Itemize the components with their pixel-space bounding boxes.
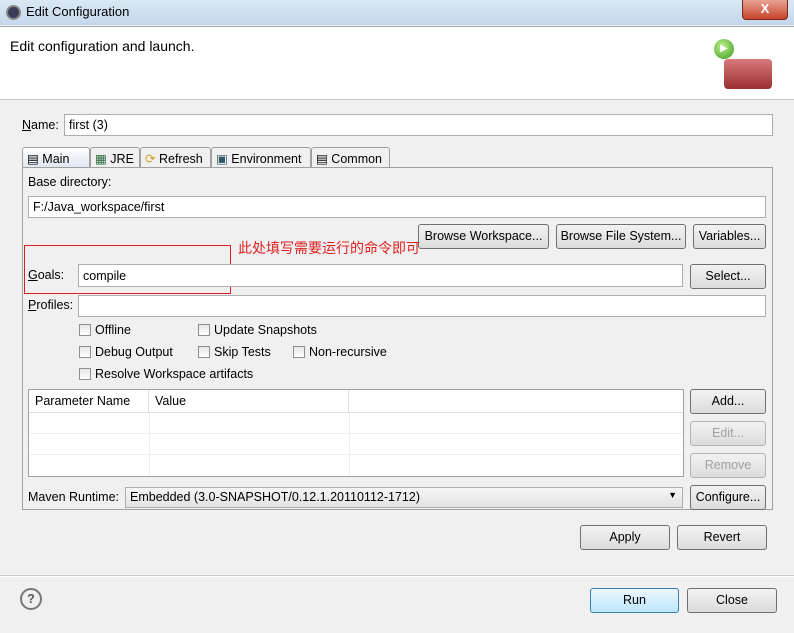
main-icon: ▤ [27,152,39,166]
tab-jre[interactable]: ▦ JRE [90,147,140,168]
gear-icon [6,5,21,20]
help-icon[interactable]: ? [20,588,42,610]
browse-workspace-button[interactable]: Browse Workspace... [418,224,549,249]
column-header-empty [349,390,683,413]
run-icon: ▶ [714,39,734,59]
tab-label: JRE [110,152,134,166]
update-snapshots-checkbox[interactable]: Update Snapshots [198,323,317,337]
dialog-header: Edit configuration and launch. ▶ [0,26,794,100]
column-divider [349,413,350,476]
checkbox-box[interactable] [198,346,210,358]
column-header-value[interactable]: Value [149,390,349,413]
jre-icon: ▦ [95,152,107,166]
refresh-icon: ⟳ [145,152,156,166]
profiles-label: Profiles: [28,298,74,312]
resolve-workspace-checkbox[interactable]: Resolve Workspace artifacts [79,367,253,381]
checkbox-label: Debug Output [95,345,173,359]
checkbox-box[interactable] [79,346,91,358]
checkbox-box[interactable] [198,324,210,336]
name-input[interactable] [64,114,773,136]
environment-icon: ▣ [216,152,228,166]
checkbox-box[interactable] [79,324,91,336]
add-button[interactable]: Add... [690,389,766,414]
edit-button[interactable]: Edit... [690,421,766,446]
tab-label: Main [42,152,70,166]
goals-label: Goals: [28,268,65,282]
checkbox-label: Non-recursive [309,345,387,359]
select-button[interactable]: Select... [690,264,766,289]
checkbox-label: Resolve Workspace artifacts [95,367,254,381]
non-recursive-checkbox[interactable]: Non-recursive [293,345,387,359]
debug-output-checkbox[interactable]: Debug Output [79,345,173,359]
run-button[interactable]: Run [590,588,679,613]
name-label: Name: [22,118,59,132]
tab-common[interactable]: ▤ Common [311,147,390,168]
chevron-down-icon: ▼ [668,490,677,500]
header-text: Edit configuration and launch. [10,38,195,54]
base-directory-input[interactable] [28,196,766,218]
tab-refresh[interactable]: ⟳ Refresh [140,147,211,168]
parameters-table[interactable]: Parameter Name Value [28,389,684,477]
browse-file-system-button[interactable]: Browse File System... [556,224,686,249]
base-directory-label: Base directory: [28,175,112,189]
tab-label: Refresh [158,152,203,166]
checkbox-label: Skip Tests [214,345,271,359]
tab-label: Environment [231,152,302,166]
checkbox-box[interactable] [79,368,91,380]
checkbox-label: Update Snapshots [214,323,317,337]
apply-button[interactable]: Apply [580,525,670,550]
common-icon: ▤ [316,152,328,166]
goals-input[interactable] [78,264,683,287]
maven-runtime-value: Embedded (3.0-SNAPSHOT/0.12.1.20110112-1… [130,490,420,504]
tab-label: Common [331,152,383,166]
column-header-parameter-name[interactable]: Parameter Name [29,390,149,413]
table-row[interactable] [29,434,683,455]
table-row[interactable] [29,455,683,476]
offline-checkbox[interactable]: Offline [79,323,131,337]
window-title: Edit Configuration [26,4,130,19]
table-row[interactable] [29,413,683,434]
maven-runtime-select[interactable]: Embedded (3.0-SNAPSHOT/0.12.1.20110112-1… [125,487,683,508]
column-divider [149,413,150,476]
profiles-input[interactable] [78,295,766,317]
tab-main[interactable]: ▤ Main [22,147,90,168]
checkbox-box[interactable] [293,346,305,358]
checkbox-label: Offline [95,323,131,337]
remove-button[interactable]: Remove [690,453,766,478]
configure-button[interactable]: Configure... [690,485,766,510]
close-button[interactable]: Close [687,588,777,613]
variables-button[interactable]: Variables... [693,224,766,249]
close-window-button[interactable]: X [742,0,788,20]
skip-tests-checkbox[interactable]: Skip Tests [198,345,271,359]
tab-environment[interactable]: ▣ Environment [211,147,311,168]
separator [0,575,794,577]
maven-runtime-label: Maven Runtime: [28,490,120,504]
revert-button[interactable]: Revert [677,525,767,550]
annotation-text: 此处填写需要运行的命令即可 [238,240,420,256]
toolbox-icon [724,59,772,89]
